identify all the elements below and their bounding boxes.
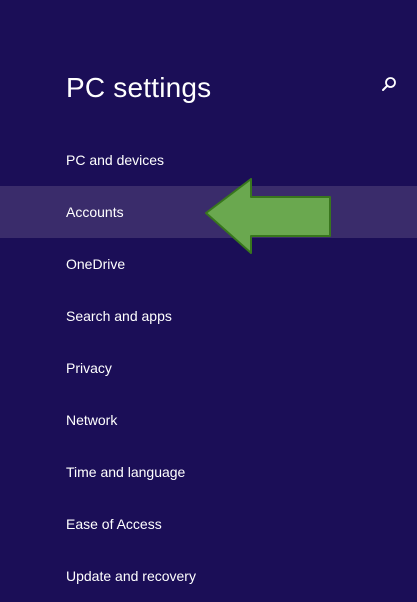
nav-item-label: OneDrive bbox=[66, 256, 126, 272]
nav-item-label: Search and apps bbox=[66, 308, 172, 324]
nav-item-label: Network bbox=[66, 412, 118, 428]
page-title: PC settings bbox=[66, 72, 212, 103]
nav-item-label: Privacy bbox=[66, 360, 112, 376]
nav-item-search-and-apps[interactable]: Search and apps bbox=[0, 290, 417, 342]
search-icon[interactable] bbox=[381, 76, 397, 92]
settings-nav: PC and devices Accounts OneDrive Search … bbox=[0, 134, 417, 602]
nav-item-time-and-language[interactable]: Time and language bbox=[0, 446, 417, 498]
nav-item-label: Time and language bbox=[66, 464, 186, 480]
nav-item-label: Update and recovery bbox=[66, 568, 196, 584]
nav-item-pc-and-devices[interactable]: PC and devices bbox=[0, 134, 417, 186]
nav-item-network[interactable]: Network bbox=[0, 394, 417, 446]
nav-item-privacy[interactable]: Privacy bbox=[0, 342, 417, 394]
nav-item-label: Ease of Access bbox=[66, 516, 162, 532]
nav-item-update-and-recovery[interactable]: Update and recovery bbox=[0, 550, 417, 602]
nav-item-onedrive[interactable]: OneDrive bbox=[0, 238, 417, 290]
nav-item-label: Accounts bbox=[66, 204, 124, 220]
nav-item-ease-of-access[interactable]: Ease of Access bbox=[0, 498, 417, 550]
nav-item-label: PC and devices bbox=[66, 152, 165, 168]
nav-item-accounts[interactable]: Accounts bbox=[0, 186, 417, 238]
